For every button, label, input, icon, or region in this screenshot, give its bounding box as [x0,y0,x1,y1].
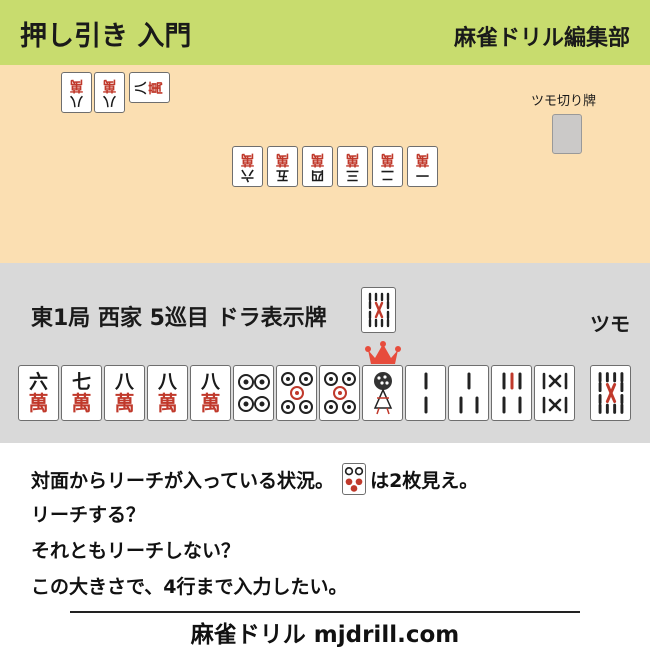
tile-suit: 萬 [380,151,395,168]
bamboo-icon [424,372,427,414]
discard-tile: 三 萬 [337,146,368,187]
tsumo-tile[interactable] [590,365,631,421]
tile-numeral: 一 [416,167,430,183]
tile-numeral: 六 [28,371,48,393]
hand-tile[interactable]: 六 萬 [18,365,59,421]
question-text: 対面からリーチが入っている状況。 [31,469,335,492]
tile-numeral: 八 [70,93,84,109]
tile-suit: 萬 [71,391,92,415]
tile-suit: 萬 [200,391,221,415]
hand-tile[interactable] [319,365,360,421]
tile-numeral: 八 [200,371,220,393]
bamboo-icon [459,372,478,414]
bamboo-icon [542,372,567,414]
question-line-2: リーチする？ [31,504,146,526]
tile-numeral: 四 [311,167,325,183]
tsumogiri-tile-back [552,114,582,154]
tile-numeral: 三 [346,167,360,183]
tile-suit: 萬 [240,151,255,168]
tile-numeral: 八 [103,93,117,109]
tile-numeral: 五 [276,167,290,183]
tile-suit: 萬 [157,391,178,415]
dora-indicator-tile [361,287,396,333]
tile-numeral: 七 [71,371,91,393]
tile-numeral: 八 [157,371,177,393]
tile-numeral: 二 [381,167,395,183]
tile-numeral: 八 [133,81,149,95]
discard-tile: 二 萬 [372,146,403,187]
tile-suit: 萬 [69,77,84,94]
tile-suit: 萬 [345,151,360,168]
crown-icon [365,341,401,364]
hand-tile[interactable]: 八 萬 [190,365,231,421]
dots-icon [323,372,356,414]
discard-tile: 五 萬 [267,146,298,187]
tile-numeral: 八 [114,371,134,393]
discard-tile: 四 萬 [302,146,333,187]
question-text: は2枚見え。 [370,469,479,492]
publisher-name: 麻雀ドリル編集部 [453,26,630,51]
dots-icon [237,374,270,412]
hand-tile[interactable]: 八 萬 [104,365,145,421]
footer-divider [70,611,580,613]
hand-tile[interactable] [534,365,575,421]
round-info: 東1局 西家 5巡目 ドラ表示牌 [31,306,327,331]
header-bar: 押し引き 入門 麻雀ドリル編集部 [0,0,650,65]
hand-tile[interactable] [405,365,446,421]
tile-suit: 萬 [102,77,117,94]
tsumo-label: ツモ [590,312,630,336]
tile-suit: 萬 [415,151,430,168]
question-tile-icon [342,463,367,495]
bird-icon [373,372,392,415]
discard-tile: 八 萬 [61,72,92,113]
question-line-4: この大きさで、4行まで入力したい。 [31,576,348,598]
bamboo-icon [598,372,623,414]
dots-icon [280,372,313,414]
dots-icon [344,467,364,492]
tile-suit: 萬 [148,80,165,95]
bamboo-icon [368,292,389,328]
tsumogiri-label: ツモ切り牌 [531,94,597,109]
tile-numeral: 六 [241,167,255,183]
hand-tile[interactable] [276,365,317,421]
tile-suit: 萬 [310,151,325,168]
footer-credit: 麻雀ドリル mjdrill.com [190,622,460,648]
hand-tile[interactable]: 八 萬 [147,365,188,421]
page-title: 押し引き 入門 [20,21,192,52]
hand-tile[interactable]: 七 萬 [61,365,102,421]
tile-suit: 萬 [275,151,290,168]
bamboo-icon [502,372,521,414]
question-line-1: 対面からリーチが入っている状況。 は2枚見え。 [31,463,478,495]
hand-tile[interactable] [491,365,532,421]
discard-tile: 一 萬 [407,146,438,187]
discard-tile: 八 萬 [94,72,125,113]
tile-suit: 萬 [28,391,49,415]
riichi-declared-tile: 八 萬 [129,72,170,103]
hand-tile[interactable] [362,365,403,421]
question-line-3: それともリーチしない？ [31,540,241,562]
tile-suit: 萬 [114,391,135,415]
hand-tile[interactable] [448,365,489,421]
hand-tile[interactable] [233,365,274,421]
discard-tile: 六 萬 [232,146,263,187]
